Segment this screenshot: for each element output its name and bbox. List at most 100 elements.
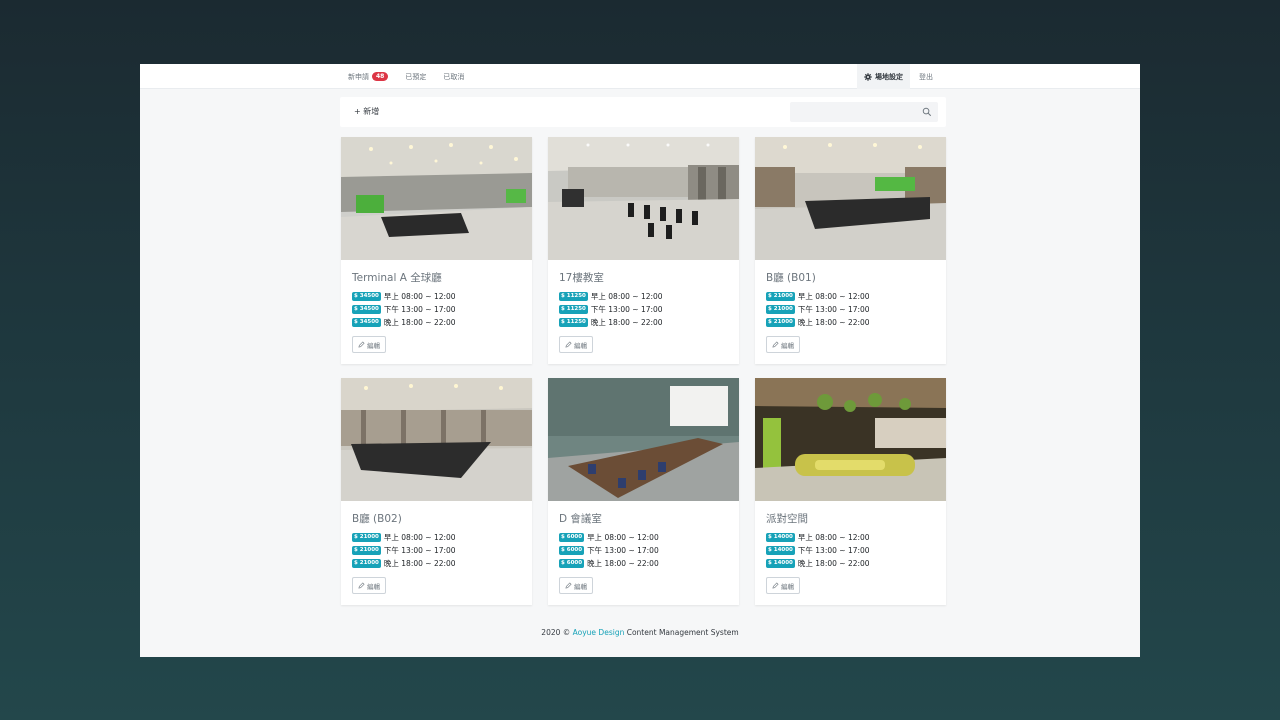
price-badge: $ 21000 [766, 305, 795, 314]
pencil-icon [565, 341, 572, 348]
edit-label: 編輯 [781, 582, 794, 591]
price-badge: $ 34500 [352, 292, 381, 301]
price-badge: $ 21000 [766, 292, 795, 301]
nav-right: 場地設定 登出 [857, 64, 933, 89]
venue-photo[interactable] [755, 378, 946, 501]
pencil-icon [772, 582, 779, 589]
venue-time-slots: $ 21000 早上 08:00 ~ 12:00 $ 21000 下午 13:00 … [766, 290, 870, 329]
pencil-icon [358, 341, 365, 348]
edit-button[interactable]: 編輯 [559, 577, 593, 594]
venue-settings-button[interactable]: 場地設定 [857, 64, 910, 89]
edit-button[interactable]: 編輯 [352, 336, 386, 353]
slot-time: 早上 08:00 ~ 12:00 [587, 533, 659, 542]
venue-settings-label: 場地設定 [875, 72, 903, 81]
slot-time: 下午 13:00 ~ 17:00 [797, 546, 870, 555]
add-venue-button[interactable]: + 新增 [354, 106, 379, 117]
venue-time-slots: $ 34500 早上 08:00 ~ 12:00 $ 34500 下午 13:00 … [352, 290, 456, 329]
nav-tabs: 新申請 48 已預定 已取消 [348, 64, 464, 89]
price-badge: $ 14000 [766, 559, 795, 568]
venue-card: D 會議室 $ 6000 早上 08:00 ~ 12:00 $ 6000 下午 13… [548, 378, 739, 605]
time-slot: $ 6000 晚上 18:00 ~ 22:00 [559, 557, 659, 570]
venue-title: D 會議室 [559, 513, 602, 525]
venue-title: B廳 (B01) [766, 272, 816, 284]
slot-time: 早上 08:00 ~ 12:00 [590, 292, 663, 301]
footer-brand-link[interactable]: Aoyue Design [573, 628, 625, 637]
price-badge: $ 6000 [559, 546, 585, 555]
venue-photo[interactable] [548, 137, 739, 260]
edit-label: 編輯 [781, 341, 794, 350]
time-slot: $ 14000 下午 13:00 ~ 17:00 [766, 544, 870, 557]
time-slot: $ 21000 晚上 18:00 ~ 22:00 [352, 557, 456, 570]
slot-time: 下午 13:00 ~ 17:00 [383, 305, 456, 314]
price-badge: $ 21000 [352, 533, 381, 542]
slot-time: 下午 13:00 ~ 17:00 [383, 546, 456, 555]
price-badge: $ 34500 [352, 305, 381, 314]
search-icon[interactable] [922, 107, 932, 117]
venue-title: 17樓教室 [559, 272, 604, 284]
edit-button[interactable]: 編輯 [766, 336, 800, 353]
slot-time: 早上 08:00 ~ 12:00 [383, 533, 456, 542]
logout-link[interactable]: 登出 [919, 72, 933, 82]
edit-button[interactable]: 編輯 [766, 577, 800, 594]
time-slot: $ 6000 下午 13:00 ~ 17:00 [559, 544, 659, 557]
time-slot: $ 21000 晚上 18:00 ~ 22:00 [766, 316, 870, 329]
time-slot: $ 21000 下午 13:00 ~ 17:00 [766, 303, 870, 316]
price-badge: $ 11250 [559, 292, 588, 301]
price-badge: $ 21000 [352, 559, 381, 568]
time-slot: $ 34500 早上 08:00 ~ 12:00 [352, 290, 456, 303]
venue-photo[interactable] [341, 137, 532, 260]
slot-time: 晚上 18:00 ~ 22:00 [383, 318, 456, 327]
footer-suffix: Content Management System [624, 628, 739, 637]
price-badge: $ 6000 [559, 533, 585, 542]
nav-new-requests-label: 新申請 [348, 72, 369, 81]
slot-time: 早上 08:00 ~ 12:00 [797, 292, 870, 301]
nav-cancelled[interactable]: 已取消 [443, 72, 464, 82]
venue-card: Terminal A 全球廳 $ 34500 早上 08:00 ~ 12:00 $… [341, 137, 532, 364]
venue-title: B廳 (B02) [352, 513, 402, 525]
venue-title: 派對空間 [766, 513, 808, 525]
price-badge: $ 14000 [766, 546, 795, 555]
slot-time: 晚上 18:00 ~ 22:00 [587, 559, 659, 568]
footer-prefix: 2020 © [541, 628, 573, 637]
search-box [790, 102, 938, 126]
app-window: 新申請 48 已預定 已取消 場地設定 登出 + 新增 Terminal A 全… [140, 64, 1140, 657]
new-requests-count-badge: 48 [372, 72, 389, 81]
venue-photo[interactable] [341, 378, 532, 501]
edit-label: 編輯 [574, 582, 587, 591]
slot-time: 晚上 18:00 ~ 22:00 [383, 559, 456, 568]
search-input[interactable] [790, 105, 910, 126]
time-slot: $ 21000 早上 08:00 ~ 12:00 [766, 290, 870, 303]
time-slot: $ 34500 下午 13:00 ~ 17:00 [352, 303, 456, 316]
venue-card: 派對空間 $ 14000 早上 08:00 ~ 12:00 $ 14000 下午 1… [755, 378, 946, 605]
price-badge: $ 11250 [559, 305, 588, 314]
edit-label: 編輯 [574, 341, 587, 350]
edit-button[interactable]: 編輯 [559, 336, 593, 353]
venue-card: 17樓教室 $ 11250 早上 08:00 ~ 12:00 $ 11250 下午 … [548, 137, 739, 364]
edit-label: 編輯 [367, 582, 380, 591]
slot-time: 下午 13:00 ~ 17:00 [587, 546, 659, 555]
time-slot: $ 11250 晚上 18:00 ~ 22:00 [559, 316, 663, 329]
slot-time: 晚上 18:00 ~ 22:00 [797, 559, 870, 568]
pencil-icon [565, 582, 572, 589]
venue-photo[interactable] [548, 378, 739, 501]
time-slot: $ 21000 下午 13:00 ~ 17:00 [352, 544, 456, 557]
time-slot: $ 14000 晚上 18:00 ~ 22:00 [766, 557, 870, 570]
time-slot: $ 6000 早上 08:00 ~ 12:00 [559, 531, 659, 544]
slot-time: 晚上 18:00 ~ 22:00 [590, 318, 663, 327]
venue-time-slots: $ 21000 早上 08:00 ~ 12:00 $ 21000 下午 13:00 … [352, 531, 456, 570]
edit-button[interactable]: 編輯 [352, 577, 386, 594]
nav-new-requests[interactable]: 新申請 48 [348, 72, 389, 82]
pencil-icon [772, 341, 779, 348]
price-badge: $ 34500 [352, 318, 381, 327]
slot-time: 下午 13:00 ~ 17:00 [590, 305, 663, 314]
time-slot: $ 11250 下午 13:00 ~ 17:00 [559, 303, 663, 316]
price-badge: $ 21000 [352, 546, 381, 555]
venue-time-slots: $ 14000 早上 08:00 ~ 12:00 $ 14000 下午 13:00 … [766, 531, 870, 570]
venue-time-slots: $ 6000 早上 08:00 ~ 12:00 $ 6000 下午 13:00 ~ … [559, 531, 659, 570]
time-slot: $ 14000 早上 08:00 ~ 12:00 [766, 531, 870, 544]
venue-photo[interactable] [755, 137, 946, 260]
toolbar: + 新增 [340, 97, 946, 127]
price-badge: $ 21000 [766, 318, 795, 327]
nav-booked[interactable]: 已預定 [405, 72, 426, 82]
price-badge: $ 6000 [559, 559, 585, 568]
